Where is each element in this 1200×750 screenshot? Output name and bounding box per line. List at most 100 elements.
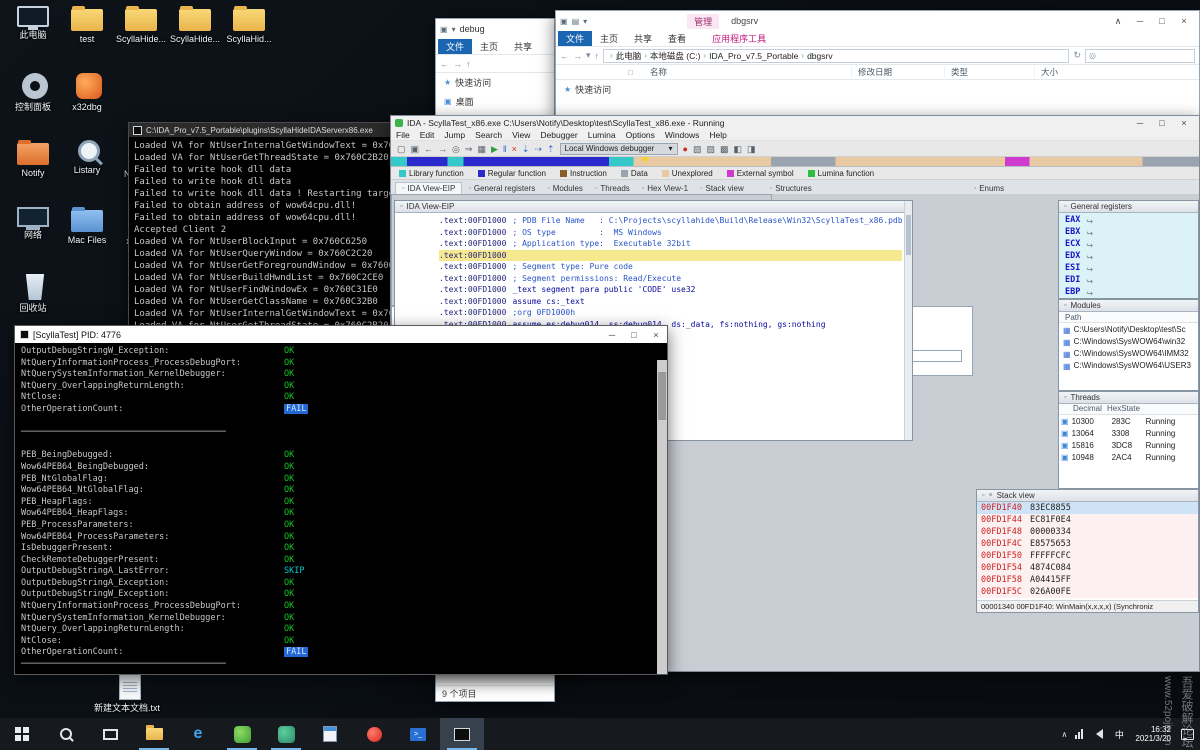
quick-access-toolbar-icon[interactable]: ▾ xyxy=(583,17,587,26)
desktop-icon[interactable]: ScyllaHid... xyxy=(222,6,276,73)
quick-access-toolbar-icon[interactable]: ▾ xyxy=(452,25,456,34)
register-row[interactable]: EBP xyxy=(1059,286,1198,298)
module-row[interactable]: C:\Users\Notify\Desktop\test\Sc xyxy=(1059,323,1198,335)
sidebar-item[interactable]: ★ 快速访问 xyxy=(556,80,1199,99)
thread-row[interactable]: 10948 2AC4 Running xyxy=(1059,451,1198,463)
menu-item[interactable]: Search xyxy=(475,130,502,140)
functions-icon[interactable]: ◨ xyxy=(747,142,756,156)
desktop-icon[interactable]: Listary xyxy=(60,140,114,207)
taskbar-ida-64[interactable] xyxy=(264,718,308,750)
ime-indicator[interactable]: 中 xyxy=(1111,726,1127,742)
disasm-line[interactable]: .text:00FD1000 xyxy=(439,250,902,262)
dock-tab[interactable]: ▫IDA View-EIP xyxy=(395,182,462,194)
threads-column-headers[interactable]: DecimalHexState xyxy=(1059,404,1198,415)
navigation-band[interactable] xyxy=(391,157,1199,167)
menu-item[interactable]: Windows xyxy=(665,130,699,140)
menu-item[interactable]: View xyxy=(512,130,530,140)
dock-tab[interactable]: ▫Enums xyxy=(968,183,1010,194)
desktop-icon[interactable]: ScyllaHide... xyxy=(114,6,168,73)
dock-tab[interactable]: ▫Stack view xyxy=(694,182,750,194)
taskbar-terminal[interactable] xyxy=(396,718,440,750)
action-center-icon[interactable] xyxy=(1181,729,1194,740)
ribbon-tab[interactable]: 主页 xyxy=(592,31,626,46)
breadcrumb-item[interactable]: ›此电脑 xyxy=(607,50,641,62)
close-button[interactable]: × xyxy=(1173,14,1195,28)
register-row[interactable]: ECX xyxy=(1059,238,1198,250)
disasm-line[interactable]: .text:00FD1000;org 0FD1000h xyxy=(439,307,902,319)
select-all-checkbox[interactable]: □ xyxy=(628,68,633,77)
segments-icon[interactable]: ◧ xyxy=(733,142,742,156)
thread-row[interactable]: 10300 283C Running xyxy=(1059,415,1198,427)
search-box[interactable]: ◎ xyxy=(1085,49,1195,63)
taskbar-console-active[interactable] xyxy=(440,718,484,750)
close-icon[interactable]: × xyxy=(988,492,992,499)
scrollbar[interactable] xyxy=(657,360,667,674)
breadcrumb-item[interactable]: ›本地磁盘 (C:) xyxy=(641,50,700,62)
pane-caption[interactable]: ▫ Threads xyxy=(1059,392,1198,404)
recent-locations-icon[interactable]: ▾ xyxy=(586,50,591,61)
pause-process-icon[interactable]: ‖ xyxy=(503,142,507,156)
disasm-line[interactable]: .text:00FD1000; Segment permissions: Rea… xyxy=(439,273,902,285)
step-into-icon[interactable]: ⇣ xyxy=(522,142,530,156)
column-header[interactable]: 修改日期 xyxy=(851,66,944,78)
maximize-button[interactable]: □ xyxy=(1151,116,1173,130)
desktop-icon[interactable]: 此电脑 xyxy=(6,6,60,73)
navband-icon[interactable]: ▦ xyxy=(477,142,486,156)
refresh-icon[interactable]: ↻ xyxy=(1073,50,1081,61)
column-header[interactable]: 名称 xyxy=(644,66,851,78)
desktop-icon[interactable]: Notify xyxy=(6,140,60,207)
forward-icon[interactable]: → xyxy=(573,51,582,61)
thread-row[interactable]: 13064 3308 Running xyxy=(1059,427,1198,439)
taskbar-search-button[interactable] xyxy=(44,718,88,750)
forward-icon[interactable]: → xyxy=(453,59,462,69)
desktop-icon-new-text-doc[interactable]: 新建文本文档.txt xyxy=(92,674,162,713)
desktop-icon[interactable]: test xyxy=(60,6,114,73)
column-header[interactable]: Path xyxy=(1059,312,1198,323)
ribbon-tab[interactable]: 共享 xyxy=(626,31,660,46)
disasm-line[interactable]: .text:00FD1000; PDB File Name : C:\Proje… xyxy=(439,215,902,227)
disasm-line[interactable]: .text:00FD1000_text segment para public … xyxy=(439,284,902,296)
taskbar-edge[interactable] xyxy=(176,718,220,750)
jump-icon[interactable]: ⇒ xyxy=(465,142,473,156)
register-row[interactable]: EAX xyxy=(1059,214,1198,226)
properties-icon[interactable]: ▤ xyxy=(572,17,580,26)
breadcrumb[interactable]: ›此电脑 ›本地磁盘 (C:) ›IDA_Pro_v7.5_Portable ›… xyxy=(603,49,1069,63)
pane-caption[interactable]: ▫ IDA View-EIP xyxy=(395,201,912,213)
menu-item[interactable]: Help xyxy=(709,130,726,140)
dock-tab[interactable]: ▫General registers xyxy=(462,182,541,194)
back-icon[interactable]: ← xyxy=(440,59,449,69)
stack-row[interactable]: 00FD1F58 A04415FF xyxy=(977,574,1198,586)
step-over-icon[interactable]: ⇢ xyxy=(534,142,542,156)
dock-tab[interactable]: ▫Threads xyxy=(589,182,636,194)
manage-contextual-tab[interactable]: 管理 xyxy=(687,14,719,29)
window-titlebar[interactable]: IDA - ScyllaTest_x86.exe C:\Users\Notify… xyxy=(391,116,1199,129)
disasm-line[interactable]: .text:00FD1000; Application type: Execut… xyxy=(439,238,902,250)
volume-icon[interactable] xyxy=(1091,729,1103,739)
column-header[interactable]: State xyxy=(1121,404,1140,414)
module-row[interactable]: C:\Windows\SysWOW64\USER3 xyxy=(1059,359,1198,371)
stack-row[interactable]: 00FD1F48 00000334 xyxy=(977,526,1198,538)
back-icon[interactable]: ← xyxy=(424,142,433,156)
follow-arrow-icon[interactable] xyxy=(1086,283,1093,298)
module-row[interactable]: C:\Windows\SysWOW64\win32 xyxy=(1059,335,1198,347)
disasm-line[interactable]: .text:00FD1000; OS type : MS Windows xyxy=(439,227,902,239)
desktop-icon[interactable]: Mac Files xyxy=(60,207,114,274)
taskbar-notepad[interactable] xyxy=(308,718,352,750)
breakpoint-icon[interactable]: ● xyxy=(683,142,688,156)
window-titlebar[interactable]: ▣ ▤ ▾ 管理 dbgsrv ∧ ─ □ × xyxy=(556,11,1199,31)
taskbar-ida[interactable] xyxy=(220,718,264,750)
ribbon-tab[interactable]: 文件 xyxy=(558,31,592,46)
register-row[interactable]: EBX xyxy=(1059,226,1198,238)
new-file-icon[interactable]: ▢ xyxy=(397,142,406,156)
column-header[interactable]: Decimal xyxy=(1073,404,1107,414)
dock-tab[interactable]: ▫Hex View-1 xyxy=(636,182,694,194)
up-icon[interactable]: ↑ xyxy=(466,59,471,69)
taskbar-clock[interactable]: 16:32 2021/3/20 xyxy=(1135,725,1171,743)
desktop-icon[interactable]: x32dbg xyxy=(60,73,114,140)
disasm-line[interactable]: .text:00FD1000; Segment type: Pure code xyxy=(439,261,902,273)
window-titlebar[interactable]: [ScyllaTest] PID: 4776 ─ □ × xyxy=(15,326,667,343)
column-header[interactable]: Hex xyxy=(1107,404,1121,414)
forward-icon[interactable]: → xyxy=(438,142,447,156)
window-titlebar[interactable]: ▣ ▾ debug xyxy=(436,19,554,39)
pane-caption[interactable]: ▫ General registers xyxy=(1059,201,1198,213)
